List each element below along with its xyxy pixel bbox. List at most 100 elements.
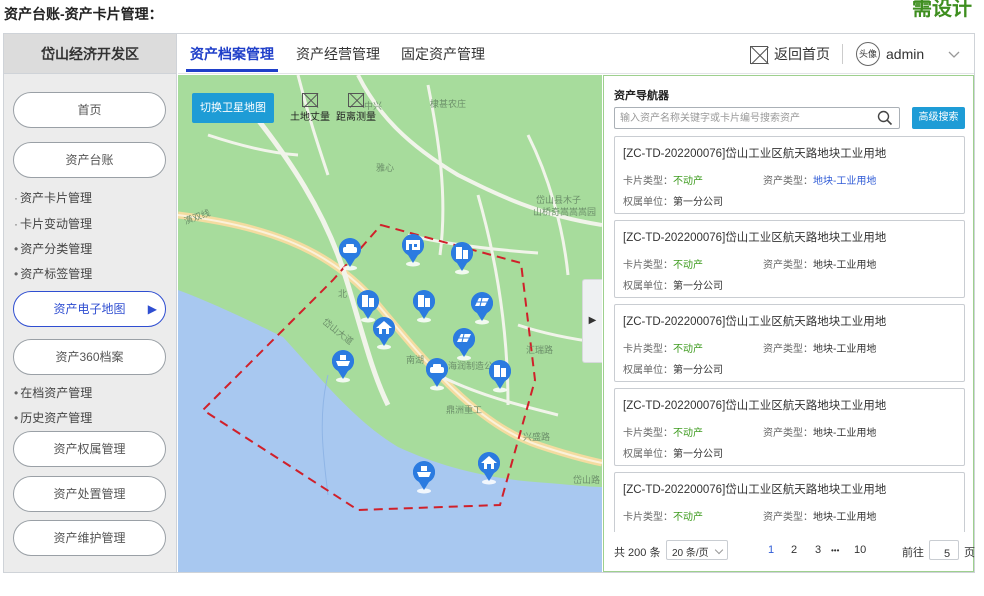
land-measure-label: 土地丈量 — [290, 112, 330, 123]
sidebar-sub-label: 卡片变动管理 — [20, 217, 93, 231]
asset-map[interactable]: 切换卫星地图 土地丈量 距离测量 棣甚农庄 中兴 雅心 岱山县木子 山桥奇嵩嵩嵩园 潢双线… — [178, 75, 602, 572]
asset-card-title[interactable]: [ZC-TD-202200076]岱山工业区航天路地块工业用地 — [623, 313, 886, 329]
sidebar-sub-label: 历史资产管理 — [20, 411, 93, 425]
asset-type-row: 资产类型：地块-工业用地 — [763, 340, 876, 355]
card-type-row: 卡片类型：不动产 — [623, 508, 703, 523]
home-icon — [750, 46, 768, 65]
sidebar-item-label: 资产电子地图 — [53, 302, 126, 316]
land-measure-tool[interactable]: 土地丈量 — [290, 93, 330, 123]
map-place-label: 南湖 — [406, 355, 425, 365]
asset-type-label: 资产类型： — [763, 512, 813, 523]
map-pin-building-icon[interactable] — [487, 359, 513, 393]
switch-satellite-button[interactable]: 切换卫星地图 — [192, 93, 274, 123]
map-pin-building-icon[interactable] — [411, 289, 437, 323]
owner-label: 权属单位： — [623, 281, 673, 292]
asset-card[interactable]: [ZC-TD-202200076]岱山工业区航天路地块工业用地 卡片类型：不动产 资… — [614, 220, 965, 298]
sidebar-item-360-archive[interactable]: 资产360档案 — [13, 339, 166, 375]
owner-value: 第一分公司 — [673, 197, 723, 208]
page-size-select[interactable]: 20 条/页 — [666, 540, 728, 560]
page-ellipsis[interactable]: ••• — [831, 546, 839, 555]
sidebar-sub-in-archive[interactable]: • 在档资产管理 — [14, 384, 92, 401]
card-type-row: 卡片类型：不动产 — [623, 424, 703, 439]
navigator-title: 资产导航器 — [614, 90, 669, 102]
card-type-label: 卡片类型： — [623, 344, 673, 355]
asset-type-label: 资产类型： — [763, 344, 813, 355]
sidebar-sub-label: 资产分类管理 — [20, 242, 93, 256]
username[interactable]: admin — [886, 44, 924, 64]
tab-asset-archive[interactable]: 资产档案管理 — [186, 34, 278, 74]
sidebar-sub-tags[interactable]: • 资产标签管理 — [14, 265, 92, 282]
map-place-label: 中兴 — [364, 101, 383, 111]
asset-card-title[interactable]: [ZC-TD-202200076]岱山工业区航天路地块工业用地 — [623, 145, 886, 161]
map-pin-solar-panel-icon[interactable] — [451, 327, 477, 361]
house-icon — [478, 452, 500, 485]
sidebar-sub-classification[interactable]: • 资产分类管理 — [14, 240, 92, 257]
map-pin-solar-panel-icon[interactable] — [469, 291, 495, 325]
card-type-row: 卡片类型：不动产 — [623, 256, 703, 271]
search-icon[interactable] — [877, 110, 893, 126]
advanced-search-button[interactable]: 高级搜索 — [912, 107, 965, 129]
tab-fixed-asset[interactable]: 固定资产管理 — [401, 34, 485, 74]
card-type-value: 不动产 — [673, 512, 703, 523]
collapse-panel-handle[interactable]: ▶ — [582, 279, 602, 363]
sidebar-sub-history[interactable]: • 历史资产管理 — [14, 409, 92, 426]
asset-card-title[interactable]: [ZC-TD-202200076]岱山工业区航天路地块工业用地 — [623, 481, 886, 497]
asset-type-row: 资产类型：地块-工业用地 — [763, 256, 876, 271]
card-type-value: 不动产 — [673, 176, 703, 187]
boat-icon — [332, 350, 354, 383]
asset-card[interactable]: [ZC-TD-202200076]岱山工业区航天路地块工业用地 卡片类型：不动产 资… — [614, 388, 965, 466]
owner-label: 权属单位： — [623, 197, 673, 208]
map-pin-boat-icon[interactable] — [411, 460, 437, 494]
avatar[interactable]: 头像 — [856, 42, 880, 66]
map-pin-boat-icon[interactable] — [330, 349, 356, 383]
page-1[interactable]: 1 — [768, 544, 774, 556]
page-10[interactable]: 10 — [854, 544, 866, 556]
asset-card[interactable]: [ZC-TD-202200076]岱山工业区航天路地块工业用地卡片类型：不动产 资… — [614, 304, 965, 382]
asset-type-value: 地块-工业用地 — [813, 344, 877, 355]
owner-value: 第一分公司 — [673, 365, 723, 376]
chevron-down-icon[interactable] — [946, 44, 962, 64]
sidebar-item-electronic-map[interactable]: 资产电子地图 ▶ — [13, 291, 166, 327]
sidebar-item-home[interactable]: 首页 — [13, 92, 166, 128]
map-pin-house-icon[interactable] — [476, 451, 502, 485]
corner-badge: 需设计 — [912, 0, 972, 20]
distance-measure-label: 距离测量 — [336, 112, 376, 123]
sidebar-item-disposal[interactable]: 资产处置管理 — [13, 476, 166, 512]
map-pin-car-icon[interactable] — [337, 237, 363, 271]
topbar-divider — [842, 44, 843, 64]
asset-search-input[interactable] — [614, 107, 900, 129]
map-pin-building-icon[interactable] — [449, 241, 475, 275]
map-pin-car-icon[interactable] — [424, 357, 450, 391]
sidebar-sub-card-change[interactable]: · 卡片变动管理 — [14, 215, 92, 232]
sidebar-sub-card-management[interactable]: · 资产卡片管理 — [14, 189, 92, 206]
card-type-label: 卡片类型： — [623, 428, 673, 439]
asset-type-label: 资产类型： — [763, 176, 813, 187]
asset-navigator: 资产导航器 高级搜索 [ZC-TD-202200076]岱山工业区航天路地块工业… — [603, 75, 975, 572]
asset-card-title[interactable]: [ZC-TD-202200076]岱山工业区航天路地块工业用地 — [623, 229, 886, 245]
sidebar-item-asset-ledger[interactable]: 资产台账 — [13, 142, 166, 178]
asset-type-value: 地块-工业用地 — [813, 512, 877, 523]
map-pin-store-icon[interactable] — [400, 233, 426, 267]
map-pin-house-icon[interactable] — [371, 316, 397, 350]
sidebar-item-maintenance[interactable]: 资产维护管理 — [13, 520, 166, 556]
map-place-label: 雅心 — [376, 163, 395, 173]
page-2[interactable]: 2 — [791, 544, 797, 556]
card-type-label: 卡片类型： — [623, 176, 673, 187]
goto-page-input[interactable]: 5 — [929, 540, 959, 560]
sidebar-sub-label: 在档资产管理 — [20, 386, 93, 400]
asset-type-value[interactable]: 地块-工业用地 — [813, 176, 876, 187]
back-home-button[interactable]: 返回首页 — [750, 44, 830, 65]
map-place-label: 兴盛路 — [523, 432, 551, 442]
sidebar-item-ownership[interactable]: 资产权属管理 — [13, 431, 166, 467]
solar-panel-icon — [453, 328, 475, 361]
asset-card[interactable]: [ZC-TD-202200076]岱山工业区航天路地块工业用地 卡片类型：不动产 资… — [614, 472, 965, 532]
asset-type-row: 资产类型：地块-工业用地 — [763, 424, 876, 439]
asset-type-value: 地块-工业用地 — [813, 260, 877, 271]
asset-card[interactable]: [ZC-TD-202200076]岱山工业区航天路地块工业用地卡片类型：不动产 资… — [614, 136, 965, 214]
asset-card-list: [ZC-TD-202200076]岱山工业区航天路地块工业用地 卡片类型：不动产资… — [614, 136, 965, 532]
page-3[interactable]: 3 — [815, 544, 821, 556]
map-place-label: 汇瑞路 — [526, 345, 554, 355]
tab-asset-operation[interactable]: 资产经营管理 — [296, 34, 380, 74]
asset-card-title[interactable]: [ZC-TD-202200076]岱山工业区航天路地块工业用地 — [623, 397, 886, 413]
card-type-value: 不动产 — [673, 344, 703, 355]
